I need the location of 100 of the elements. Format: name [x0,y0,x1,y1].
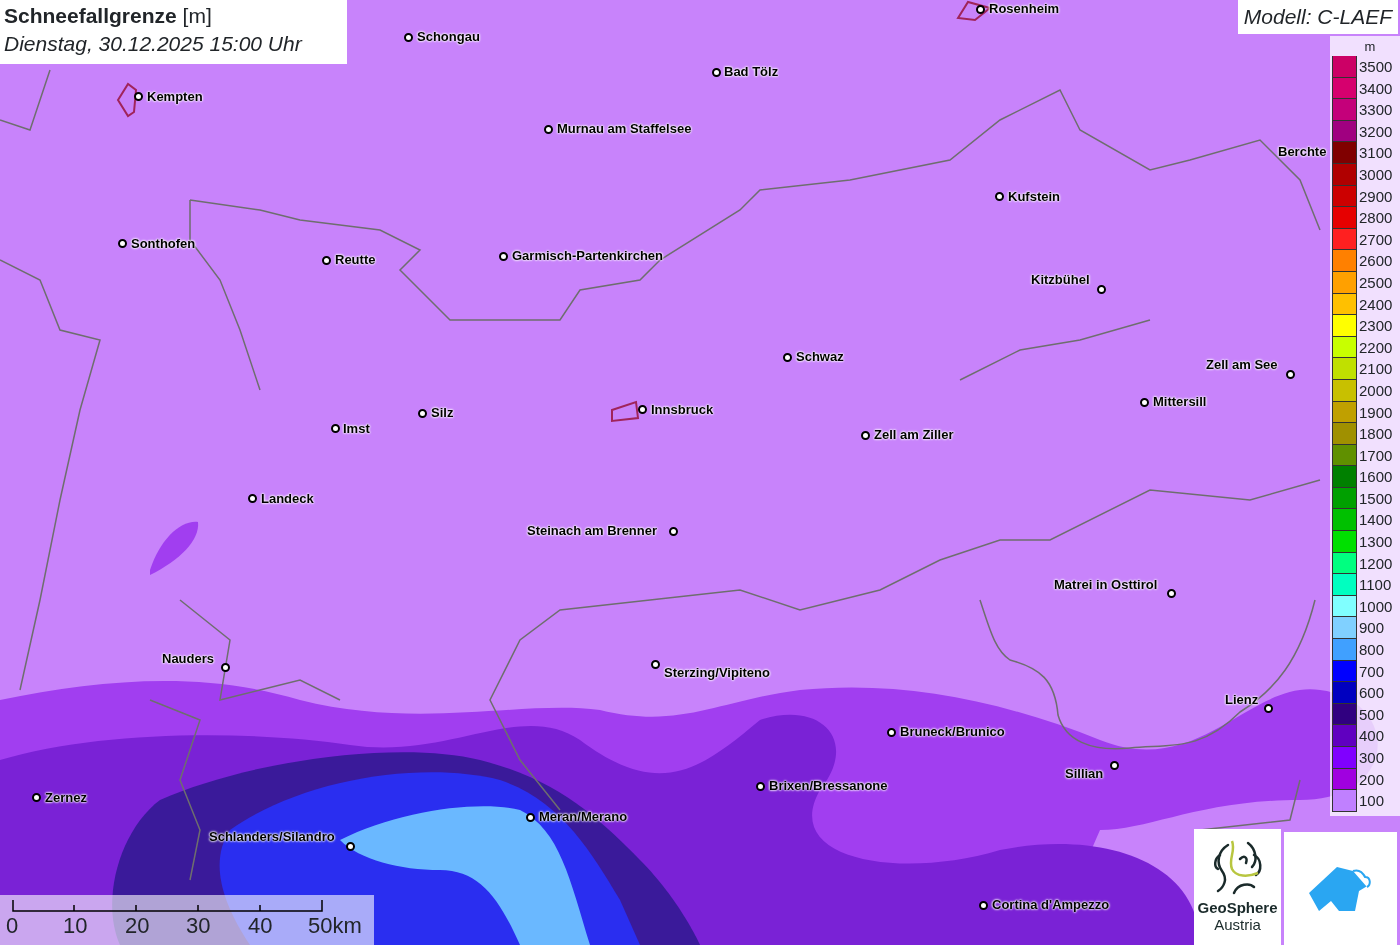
city-label: Imst [343,421,370,437]
city-label: Zell am Ziller [874,427,954,443]
city-marker-icon [133,91,143,101]
city-label: Meran/Merano [539,809,628,825]
city-label: Kufstein [1008,189,1060,205]
legend-label: 2600 [1358,251,1393,272]
city-marker-icon [525,812,535,822]
legend-label: 1700 [1358,445,1393,466]
city-marker-icon [543,124,553,134]
legend-label: 3500 [1358,57,1393,77]
city-marker-icon [975,4,985,14]
legend-label: 1100 [1358,575,1392,596]
city-label: Berchte [1278,144,1327,160]
legend-label: 1500 [1358,488,1393,509]
legend-label: 2700 [1358,229,1393,250]
city-marker-icon [650,659,660,669]
legend-label: 2500 [1358,272,1393,293]
city-marker-icon [668,526,678,536]
scale-label: 50km [308,912,362,940]
city-label: Murnau am Staffelsee [557,121,692,137]
forecast-datetime: Dienstag, 30.12.2025 15:00 Uhr [4,31,304,57]
city-marker-icon [755,781,765,791]
city-label: Innsbruck [651,402,714,418]
city-marker-icon [321,255,331,265]
city-marker-icon [1109,760,1119,770]
city-marker-icon [403,32,413,42]
city-label: Schlanders/Silandro [209,829,335,845]
scale-label: 30 [186,912,211,940]
city-marker-icon [886,727,896,737]
city-label: Silz [431,405,454,421]
city-label: Zernez [45,790,87,806]
legend-label: 200 [1358,769,1385,790]
legend-label: 1300 [1358,532,1393,553]
city-label: Brixen/Bressanone [769,778,888,794]
city-label: Reutte [335,252,376,268]
legend-unit: m [1363,38,1377,56]
city-marker-icon [782,352,792,362]
legend-label: 500 [1358,704,1385,725]
city-marker-icon [330,423,340,433]
city-label: Garmisch-Partenkirchen [512,248,663,264]
city-marker-icon [498,251,508,261]
legend-label: 3300 [1358,100,1393,121]
city-marker-icon [345,841,355,851]
legend-label: 2300 [1358,316,1393,337]
city-label: Bad Tölz [724,64,779,80]
legend-label: 2100 [1358,359,1393,380]
city-label: Bruneck/Brunico [900,724,1005,740]
legend-label: 2000 [1358,380,1393,401]
map-title: Schneefallgrenze [m] [4,3,213,29]
logo-text: GeoSphere [1197,899,1278,916]
city-marker-icon [220,662,230,672]
legend-label: 1600 [1358,467,1393,488]
city-label: Cortina d'Ampezzo [992,897,1110,913]
city-label: Lienz [1225,692,1259,708]
legend-label: 100 [1358,791,1385,812]
city-marker-icon [117,238,127,248]
legend-label: 2400 [1358,294,1393,315]
city-marker-icon [711,67,721,77]
city-label: Schongau [417,29,480,45]
logo-text: Austria [1214,916,1261,933]
city-label: Mittersill [1153,394,1207,410]
city-marker-icon [1166,588,1176,598]
city-label: Sterzing/Vipiteno [664,665,770,681]
model-name: Modell: C-LAEF [1237,0,1398,34]
legend-label: 700 [1358,661,1385,682]
legend-label: 800 [1358,640,1385,661]
legend-label: 600 [1358,683,1385,704]
legend-label: 2200 [1358,337,1393,358]
city-label: Rosenheim [989,1,1060,17]
city-label: Sonthofen [131,236,196,252]
scale-label: 0 [6,912,19,940]
city-label: Schwaz [796,349,844,365]
city-marker-icon [417,408,427,418]
city-marker-icon [1285,369,1295,379]
legend-label: 1900 [1358,402,1393,423]
legend-label: 300 [1358,748,1385,768]
scale-bar-icon [12,899,324,913]
city-label: Kitzbühel [1031,272,1090,288]
legend-label: 1800 [1358,424,1393,445]
legend-label: 400 [1358,726,1385,747]
legend-label: 1200 [1358,553,1393,574]
city-label: Steinach am Brenner [527,523,658,539]
legend-label: 1000 [1358,596,1393,617]
city-marker-icon [978,900,988,910]
city-marker-icon [860,430,870,440]
app-logo-icon [1284,832,1397,945]
legend-label: 2900 [1358,186,1393,207]
city-label: Sillian [1065,766,1104,782]
legend-label: 3000 [1358,164,1393,185]
scale-label: 20 [125,912,150,940]
legend-label: 900 [1358,618,1385,639]
city-label: Nauders [162,651,215,667]
city-marker-icon [1263,703,1273,713]
city-label: Landeck [261,491,314,507]
legend-label: 3400 [1358,78,1393,99]
scale-label: 40 [248,912,273,940]
legend-label: 3100 [1358,143,1393,164]
city-marker-icon [994,191,1004,201]
city-marker-icon [1096,284,1106,294]
city-marker-icon [31,792,41,802]
